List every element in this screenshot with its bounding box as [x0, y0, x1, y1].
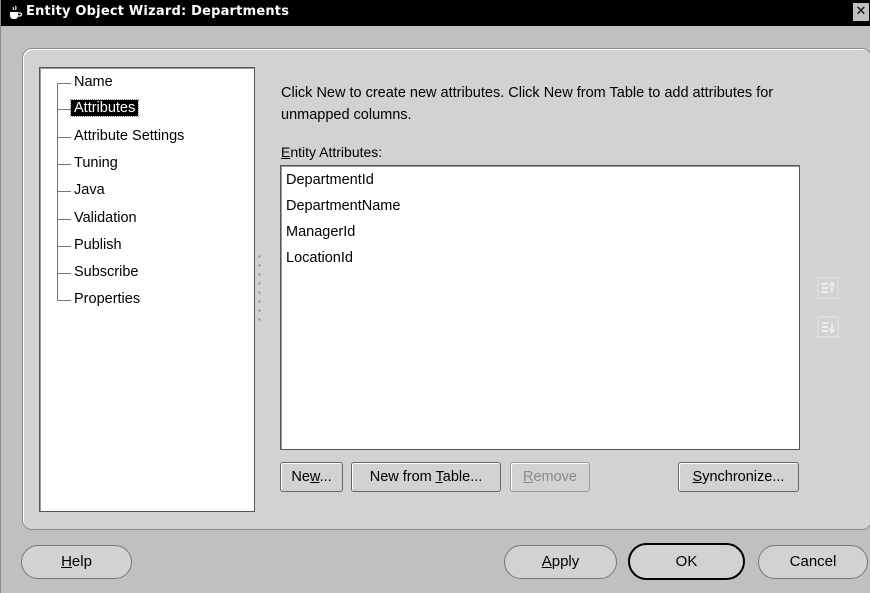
mnemonic-letter: w [309, 469, 320, 485]
mnemonic-letter: A [541, 553, 552, 570]
move-up-icon[interactable] [817, 277, 839, 299]
mnemonic-letter: H [61, 553, 72, 570]
tree-branch [57, 300, 71, 301]
tree-branch [57, 273, 71, 274]
coffee-cup-icon [10, 5, 23, 19]
remove-button[interactable]: Remove [510, 462, 590, 492]
button-label-part: elp [71, 553, 92, 570]
mnemonic-letter: E [281, 144, 291, 160]
tree-item-label: Properties [74, 291, 141, 307]
window-title: Entity Object Wizard: Departments [26, 4, 290, 19]
label-text: ntity Attributes: [290, 144, 383, 160]
entity-attributes-list[interactable]: DepartmentId DepartmentName ManagerId Lo… [280, 165, 800, 450]
title-bar[interactable]: Entity Object Wizard: Departments ✕ [1, 0, 870, 26]
mnemonic-letter: R [522, 469, 534, 485]
list-item[interactable]: DepartmentName [286, 198, 400, 214]
button-label-part: ynchronize... [702, 469, 785, 485]
tree-item-label: Name [74, 74, 113, 90]
close-icon: ✕ [855, 4, 867, 19]
tree-item-label: Java [74, 182, 105, 198]
button-label-part: ... [319, 469, 332, 485]
move-down-icon[interactable] [817, 316, 839, 338]
list-item[interactable]: DepartmentId [286, 172, 374, 188]
help-button[interactable]: Help [21, 545, 132, 579]
apply-button[interactable]: Apply [504, 545, 617, 579]
new-button[interactable]: New... [280, 462, 343, 492]
tree-branch [57, 109, 71, 110]
synchronize-button[interactable]: Synchronize... [678, 462, 799, 492]
button-label-part: New from [369, 469, 436, 485]
tree-connector [57, 84, 58, 300]
tree-item-label: Attribute Settings [74, 128, 185, 144]
tree-branch [57, 83, 71, 84]
instructions-text: Click New to create new attributes. Clic… [281, 85, 774, 123]
new-from-table-button[interactable]: New from Table... [351, 462, 501, 492]
button-label-part: Ne [291, 469, 310, 485]
tree-item-label: Validation [74, 210, 137, 226]
entity-attributes-label: Entity Attributes: [281, 144, 382, 160]
tree-branch [57, 219, 71, 220]
tree-item-label: Subscribe [74, 264, 139, 280]
tree-item-label: Tuning [74, 155, 118, 171]
tree-item-label: Attributes [69, 99, 140, 117]
list-item[interactable]: ManagerId [286, 224, 355, 240]
list-item[interactable]: LocationId [286, 250, 353, 266]
mnemonic-letter: S [692, 469, 703, 485]
tree-branch [57, 137, 71, 138]
tree-branch [57, 191, 71, 192]
button-label-part: emove [533, 469, 577, 485]
wizard-window: Entity Object Wizard: Departments ✕ Name… [0, 0, 870, 593]
button-label-part: able... [442, 469, 483, 485]
tree-branch [57, 246, 71, 247]
splitter-handle[interactable] [258, 252, 261, 327]
mnemonic-letter: T [435, 469, 443, 485]
tree-item-label: Publish [74, 237, 122, 253]
button-label-part: pply [551, 553, 580, 570]
ok-button[interactable]: OK [628, 543, 745, 580]
cancel-button[interactable]: Cancel [758, 545, 868, 579]
tree-branch [57, 164, 71, 165]
close-button[interactable]: ✕ [853, 3, 869, 21]
